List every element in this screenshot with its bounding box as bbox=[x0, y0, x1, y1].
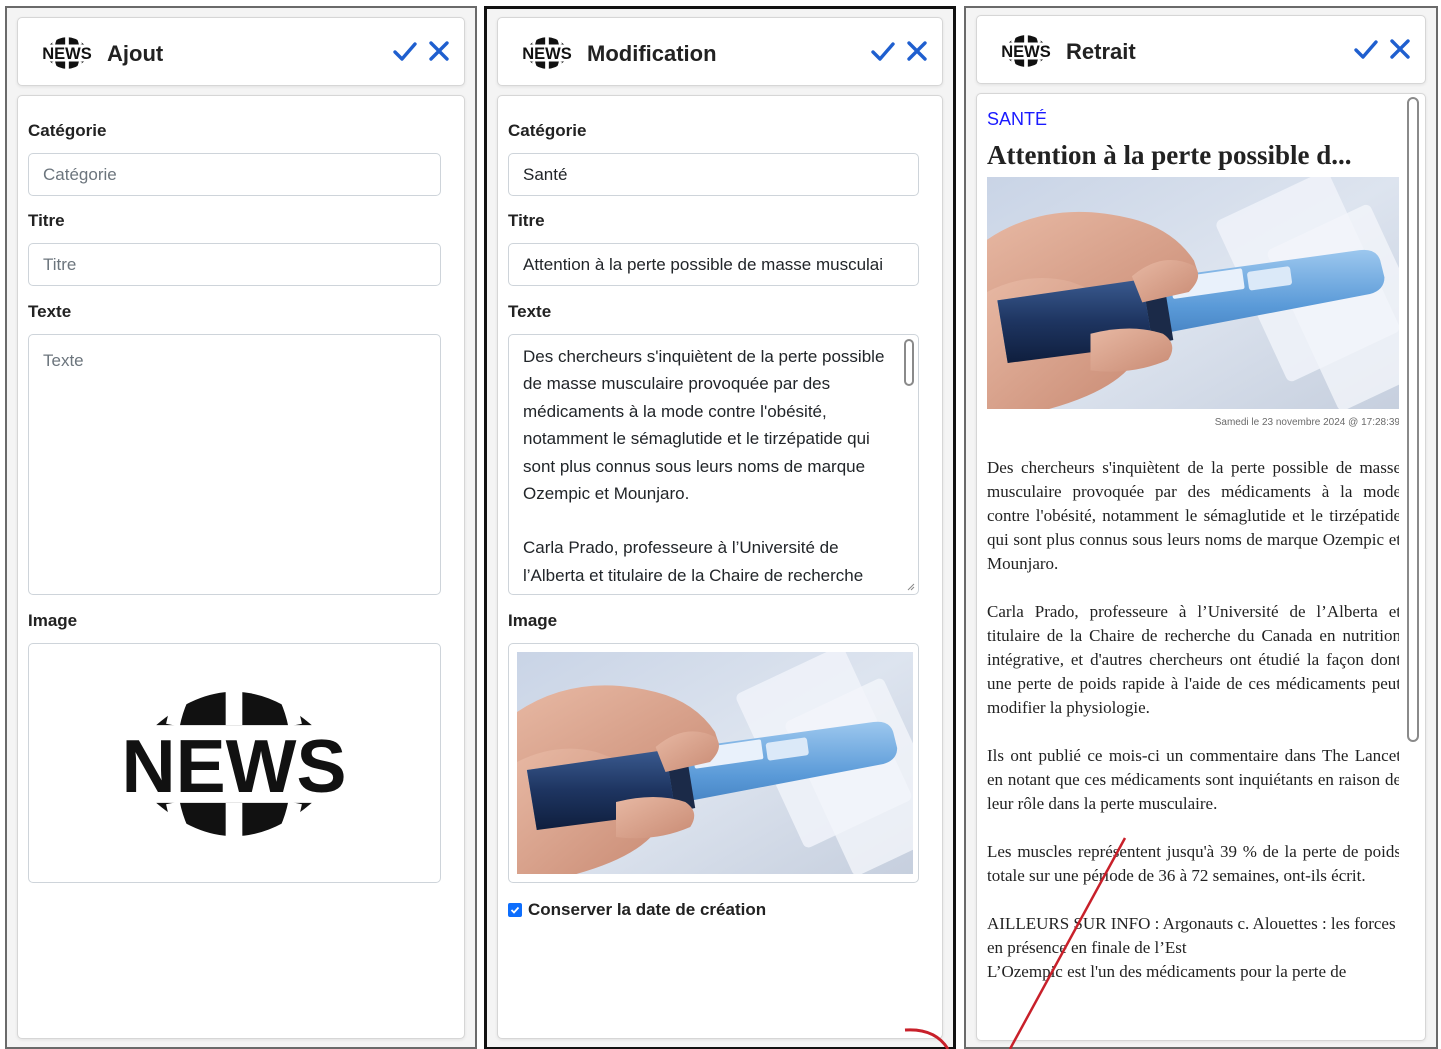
check-icon[interactable] bbox=[392, 36, 418, 66]
header-retrait: Retrait bbox=[976, 15, 1426, 84]
keep-date-label[interactable]: Conserver la date de création bbox=[528, 900, 766, 920]
title-input[interactable] bbox=[508, 243, 919, 286]
title-label: Titre bbox=[28, 211, 65, 230]
related-link[interactable]: AILLEURS SUR INFO : Argonauts c. Alouett… bbox=[987, 912, 1399, 960]
check-icon[interactable] bbox=[870, 36, 896, 66]
text-label: Texte bbox=[28, 302, 72, 321]
text-textarea[interactable]: Des chercheurs s'inquiètent de la perte … bbox=[508, 334, 919, 595]
panel-modification: Modification Catégorie Titre Texte Des c… bbox=[484, 6, 956, 1049]
news-placeholder-image bbox=[93, 664, 375, 864]
article-preview: SANTÉ Attention à la perte possible d...… bbox=[976, 93, 1426, 1041]
article-paragraph: L’Ozempic est l'un des médicaments pour … bbox=[987, 962, 1347, 981]
header-ajout: Ajout bbox=[17, 17, 465, 86]
title-input[interactable] bbox=[28, 243, 441, 286]
news-logo-icon bbox=[995, 29, 1057, 73]
textarea-scrollbar[interactable] bbox=[902, 337, 916, 592]
category-label: Catégorie bbox=[508, 121, 587, 140]
header-modification: Modification bbox=[497, 17, 943, 86]
image-picker[interactable] bbox=[508, 643, 919, 883]
close-icon[interactable] bbox=[426, 36, 452, 66]
panel-ajout: Ajout Catégorie Titre Texte Image bbox=[5, 6, 477, 1049]
text-textarea[interactable] bbox=[28, 334, 441, 595]
article-title: Attention à la perte possible d... bbox=[987, 140, 1352, 170]
ozempic-photo bbox=[517, 652, 913, 874]
news-logo-icon bbox=[36, 31, 98, 75]
text-paragraph: Des chercheurs s'inquiètent de la perte … bbox=[523, 347, 885, 504]
page-title: Retrait bbox=[1066, 39, 1136, 64]
close-icon[interactable] bbox=[904, 36, 930, 66]
news-logo-icon bbox=[516, 31, 578, 75]
article-scrollbar[interactable] bbox=[1406, 97, 1420, 1037]
text-paragraph: Carla Prado, professeure à l’Université … bbox=[523, 538, 864, 585]
category-input[interactable] bbox=[508, 153, 919, 196]
article-image bbox=[987, 177, 1399, 409]
form-modification: Catégorie Titre Texte Des chercheurs s'i… bbox=[497, 95, 943, 1039]
title-label: Titre bbox=[508, 211, 545, 230]
page-title: Modification bbox=[587, 41, 717, 66]
article-paragraph: Ils ont publié ce mois-ci un commentaire… bbox=[987, 746, 1399, 813]
image-picker[interactable] bbox=[28, 643, 441, 883]
category-input[interactable] bbox=[28, 153, 441, 196]
image-label: Image bbox=[28, 611, 78, 630]
article-category[interactable]: SANTÉ bbox=[987, 109, 1047, 130]
resize-grip-icon[interactable] bbox=[907, 583, 915, 591]
article-paragraph: Carla Prado, professeure à l’Université … bbox=[987, 602, 1399, 717]
panel-retrait: Retrait SANTÉ Attention à la perte possi… bbox=[964, 6, 1438, 1049]
check-icon[interactable] bbox=[1353, 34, 1379, 64]
article-body: Des chercheurs s'inquiètent de la perte … bbox=[987, 456, 1399, 984]
article-date: Samedi le 23 novembre 2024 @ 17:28:39 bbox=[1214, 417, 1399, 428]
article-paragraph: Des chercheurs s'inquiètent de la perte … bbox=[987, 458, 1399, 573]
text-label: Texte bbox=[508, 302, 552, 321]
close-icon[interactable] bbox=[1387, 34, 1413, 64]
keep-date-checkbox[interactable] bbox=[508, 903, 522, 917]
image-label: Image bbox=[508, 611, 558, 630]
page-title: Ajout bbox=[107, 41, 164, 66]
form-ajout: Catégorie Titre Texte Image bbox=[17, 95, 465, 1039]
ozempic-photo bbox=[987, 177, 1399, 409]
article-paragraph: Les muscles représentent jusqu'à 39 % de… bbox=[987, 842, 1399, 885]
category-label: Catégorie bbox=[28, 121, 107, 140]
